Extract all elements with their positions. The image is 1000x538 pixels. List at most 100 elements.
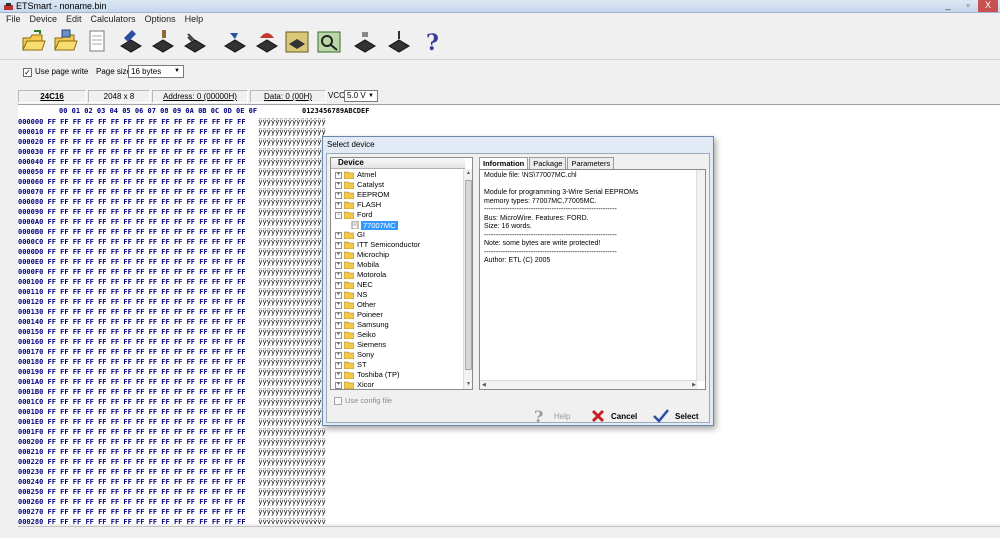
expand-icon[interactable]: + [335,321,342,329]
hex-ascii[interactable]: ÿÿÿÿÿÿÿÿÿÿÿÿÿÿÿÿ [258,188,325,196]
verify-chip-icon[interactable] [182,28,208,56]
hex-ascii[interactable]: ÿÿÿÿÿÿÿÿÿÿÿÿÿÿÿÿ [258,488,325,496]
help-icon[interactable]: ? [420,28,446,56]
hex-row[interactable]: 000200 FF FF FF FF FF FF FF FF FF FF FF … [18,437,326,447]
hex-ascii[interactable]: ÿÿÿÿÿÿÿÿÿÿÿÿÿÿÿÿ [258,428,325,436]
expand-icon[interactable]: + [335,331,342,339]
hex-bytes[interactable]: FF FF FF FF FF FF FF FF FF FF FF FF FF F… [48,298,259,306]
chip-write-icon[interactable] [386,28,412,56]
hex-bytes[interactable]: FF FF FF FF FF FF FF FF FF FF FF FF FF F… [48,498,259,506]
menu-options[interactable]: Options [145,13,176,26]
tab-parameters[interactable]: Parameters [567,157,615,169]
hex-bytes[interactable]: FF FF FF FF FF FF FF FF FF FF FF FF FF F… [48,478,259,486]
tree-item[interactable]: + Seiko [335,330,376,340]
hex-ascii[interactable]: ÿÿÿÿÿÿÿÿÿÿÿÿÿÿÿÿ [258,338,325,346]
page-size-select[interactable]: 16 bytes ▼ [128,65,184,78]
tree-item[interactable]: + Xicor [335,380,374,389]
hex-bytes[interactable]: FF FF FF FF FF FF FF FF FF FF FF FF FF F… [48,118,259,126]
write-chip-icon[interactable] [150,28,176,56]
hex-bytes[interactable]: FF FF FF FF FF FF FF FF FF FF FF FF FF F… [48,168,259,176]
hex-ascii[interactable]: ÿÿÿÿÿÿÿÿÿÿÿÿÿÿÿÿ [258,208,325,216]
hex-bytes[interactable]: FF FF FF FF FF FF FF FF FF FF FF FF FF F… [48,518,259,524]
hex-ascii[interactable]: ÿÿÿÿÿÿÿÿÿÿÿÿÿÿÿÿ [258,418,325,426]
expand-icon[interactable]: + [335,281,342,289]
expand-icon[interactable]: + [335,371,342,379]
expand-icon[interactable]: + [335,261,342,269]
hex-row[interactable]: 000030 FF FF FF FF FF FF FF FF FF FF FF … [18,147,326,157]
hex-bytes[interactable]: FF FF FF FF FF FF FF FF FF FF FF FF FF F… [48,138,259,146]
hex-ascii[interactable]: ÿÿÿÿÿÿÿÿÿÿÿÿÿÿÿÿ [258,128,325,136]
hex-bytes[interactable]: FF FF FF FF FF FF FF FF FF FF FF FF FF F… [48,268,259,276]
scroll-up-icon[interactable]: ▲ [464,169,472,178]
hex-row[interactable]: 0001F0 FF FF FF FF FF FF FF FF FF FF FF … [18,427,326,437]
expand-icon[interactable]: + [335,381,342,389]
scrollbar-thumb[interactable] [465,180,472,370]
menu-file[interactable]: File [6,13,21,26]
hex-row[interactable]: 000250 FF FF FF FF FF FF FF FF FF FF FF … [18,487,326,497]
hex-bytes[interactable]: FF FF FF FF FF FF FF FF FF FF FF FF FF F… [48,328,259,336]
use-page-write-checkbox[interactable]: ✓ [23,68,32,77]
tree-item[interactable]: + Poineer [335,310,383,320]
hex-row[interactable]: 000090 FF FF FF FF FF FF FF FF FF FF FF … [18,207,326,217]
open-folder-icon[interactable] [20,28,46,56]
device-info-icon[interactable] [316,28,342,56]
hex-row[interactable]: 000150 FF FF FF FF FF FF FF FF FF FF FF … [18,327,326,337]
hex-bytes[interactable]: FF FF FF FF FF FF FF FF FF FF FF FF FF F… [48,258,259,266]
tree-item[interactable]: + EEPROM [335,190,390,200]
hex-ascii[interactable]: ÿÿÿÿÿÿÿÿÿÿÿÿÿÿÿÿ [258,378,325,386]
tree-item[interactable]: + Sony [335,350,374,360]
hex-ascii[interactable]: ÿÿÿÿÿÿÿÿÿÿÿÿÿÿÿÿ [258,118,325,126]
device-tree[interactable]: Device + Atmel + Catalyst + EEPROM + FLASH − Ford… [330,157,473,390]
hex-ascii[interactable]: ÿÿÿÿÿÿÿÿÿÿÿÿÿÿÿÿ [258,178,325,186]
hex-bytes[interactable]: FF FF FF FF FF FF FF FF FF FF FF FF FF F… [48,488,259,496]
hex-bytes[interactable]: FF FF FF FF FF FF FF FF FF FF FF FF FF F… [48,338,259,346]
hex-ascii[interactable]: ÿÿÿÿÿÿÿÿÿÿÿÿÿÿÿÿ [258,348,325,356]
expand-icon[interactable]: + [335,181,342,189]
hex-ascii[interactable]: ÿÿÿÿÿÿÿÿÿÿÿÿÿÿÿÿ [258,368,325,376]
hex-bytes[interactable]: FF FF FF FF FF FF FF FF FF FF FF FF FF F… [48,408,259,416]
expand-icon[interactable]: + [335,191,342,199]
hex-row[interactable]: 0001A0 FF FF FF FF FF FF FF FF FF FF FF … [18,377,326,387]
hex-row[interactable]: 000280 FF FF FF FF FF FF FF FF FF FF FF … [18,517,326,524]
hex-bytes[interactable]: FF FF FF FF FF FF FF FF FF FF FF FF FF F… [48,468,259,476]
hex-bytes[interactable]: FF FF FF FF FF FF FF FF FF FF FF FF FF F… [48,448,259,456]
hex-row[interactable]: 000050 FF FF FF FF FF FF FF FF FF FF FF … [18,167,326,177]
hex-ascii[interactable]: ÿÿÿÿÿÿÿÿÿÿÿÿÿÿÿÿ [258,168,325,176]
hex-ascii[interactable]: ÿÿÿÿÿÿÿÿÿÿÿÿÿÿÿÿ [258,278,325,286]
hex-bytes[interactable]: FF FF FF FF FF FF FF FF FF FF FF FF FF F… [48,208,259,216]
expand-icon[interactable]: + [335,361,342,369]
hex-row[interactable]: 0000F0 FF FF FF FF FF FF FF FF FF FF FF … [18,267,326,277]
hex-ascii[interactable]: ÿÿÿÿÿÿÿÿÿÿÿÿÿÿÿÿ [258,458,325,466]
hex-ascii[interactable]: ÿÿÿÿÿÿÿÿÿÿÿÿÿÿÿÿ [258,138,325,146]
expand-icon[interactable]: + [335,201,342,209]
expand-icon[interactable]: + [335,311,342,319]
restore-button[interactable]: ▫ [958,0,978,12]
hex-bytes[interactable]: FF FF FF FF FF FF FF FF FF FF FF FF FF F… [48,238,259,246]
vcc-select[interactable]: 5.0 V ▼ [344,90,378,102]
tree-item-selected[interactable]: 77007MC [351,220,398,230]
hex-row[interactable]: 0000C0 FF FF FF FF FF FF FF FF FF FF FF … [18,237,326,247]
tree-item[interactable]: + Mobila [335,260,379,270]
hex-ascii[interactable]: ÿÿÿÿÿÿÿÿÿÿÿÿÿÿÿÿ [258,298,325,306]
hex-ascii[interactable]: ÿÿÿÿÿÿÿÿÿÿÿÿÿÿÿÿ [258,468,325,476]
hex-bytes[interactable]: FF FF FF FF FF FF FF FF FF FF FF FF FF F… [48,508,259,516]
hex-row[interactable]: 0000E0 FF FF FF FF FF FF FF FF FF FF FF … [18,257,326,267]
help-button[interactable]: ? Help [532,408,570,424]
expand-icon[interactable]: + [335,171,342,179]
hex-row[interactable]: 000010 FF FF FF FF FF FF FF FF FF FF FF … [18,127,326,137]
hex-bytes[interactable]: FF FF FF FF FF FF FF FF FF FF FF FF FF F… [48,428,259,436]
read-chip-icon[interactable] [118,28,144,56]
hex-ascii[interactable]: ÿÿÿÿÿÿÿÿÿÿÿÿÿÿÿÿ [258,518,325,524]
hex-row[interactable]: 0000D0 FF FF FF FF FF FF FF FF FF FF FF … [18,247,326,257]
scroll-down-icon[interactable]: ▼ [464,380,472,389]
hex-ascii[interactable]: ÿÿÿÿÿÿÿÿÿÿÿÿÿÿÿÿ [258,438,325,446]
hex-row[interactable]: 000160 FF FF FF FF FF FF FF FF FF FF FF … [18,337,326,347]
tree-item[interactable]: + ST [335,360,367,370]
hex-row[interactable]: 000040 FF FF FF FF FF FF FF FF FF FF FF … [18,157,326,167]
tree-item[interactable]: + FLASH [335,200,381,210]
hex-ascii[interactable]: ÿÿÿÿÿÿÿÿÿÿÿÿÿÿÿÿ [258,388,325,396]
hex-row[interactable]: 000170 FF FF FF FF FF FF FF FF FF FF FF … [18,347,326,357]
hex-row[interactable]: 000180 FF FF FF FF FF FF FF FF FF FF FF … [18,357,326,367]
hex-ascii[interactable]: ÿÿÿÿÿÿÿÿÿÿÿÿÿÿÿÿ [258,198,325,206]
hex-bytes[interactable]: FF FF FF FF FF FF FF FF FF FF FF FF FF F… [48,158,259,166]
